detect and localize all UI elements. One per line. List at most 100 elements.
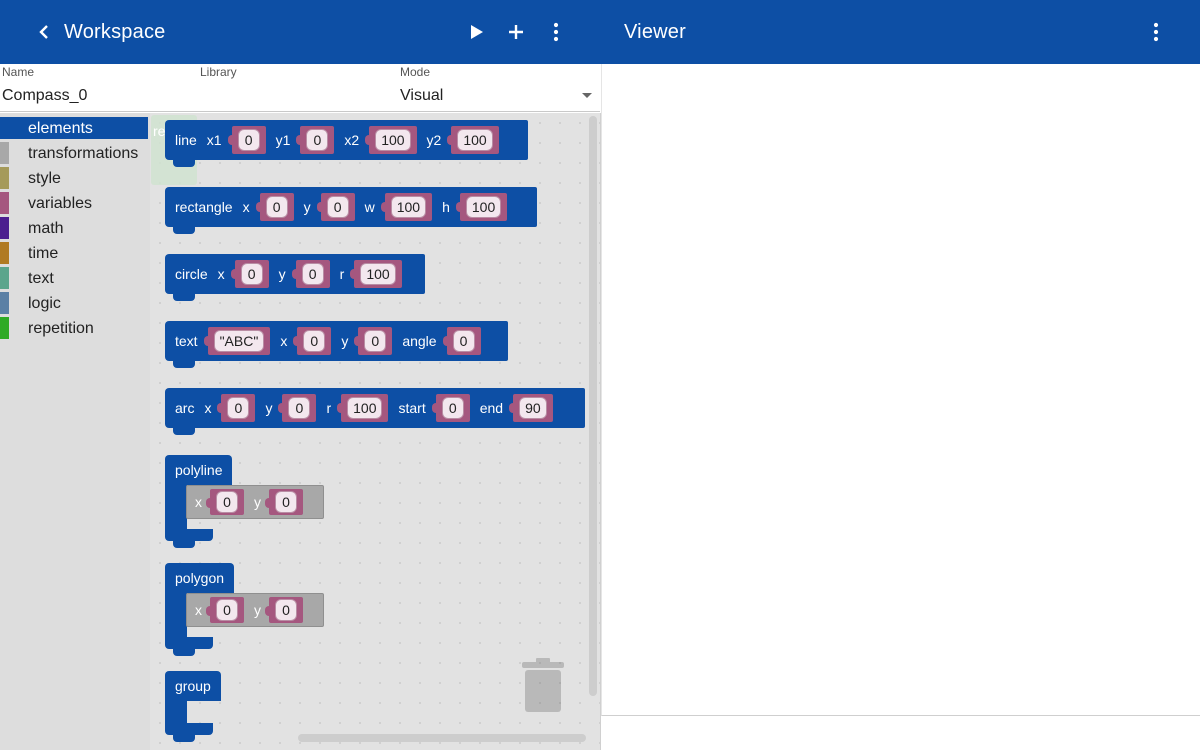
param-label: x	[280, 333, 288, 349]
blockly-workspace[interactable]: elements transformations style variables…	[0, 113, 601, 750]
number-field[interactable]: 0	[288, 397, 311, 419]
value-slot: 0	[217, 394, 256, 422]
number-field[interactable]: 0	[301, 263, 324, 285]
category-label: time	[28, 245, 59, 262]
number-field[interactable]: 0	[275, 599, 297, 621]
arc-block[interactable]: arc x 0 y 0 r 100 start 0 end 90	[165, 388, 585, 435]
number-field[interactable]: 0	[452, 330, 475, 352]
number-field[interactable]: 0	[216, 599, 238, 621]
param-label: x	[195, 494, 202, 510]
param-label: w	[364, 199, 375, 215]
number-field[interactable]: 0	[441, 397, 464, 419]
value-slot: 0	[278, 394, 317, 422]
block-keyword: polyline	[175, 462, 223, 478]
value-slot: 0	[265, 597, 303, 623]
number-field[interactable]: 100	[347, 397, 383, 419]
plus-icon	[509, 25, 523, 39]
name-label: Name	[2, 65, 35, 79]
caret-down-icon[interactable]	[582, 93, 592, 98]
param-label: end	[479, 400, 504, 416]
add-button[interactable]	[504, 20, 528, 44]
category-swatch	[0, 192, 9, 214]
category-elements[interactable]: elements	[0, 117, 148, 139]
block-spine	[165, 593, 187, 641]
value-slot: "ABC"	[203, 327, 271, 355]
viewer-app-bar: Viewer	[600, 0, 1200, 64]
workspace-menu-button[interactable]	[544, 20, 568, 44]
category-label: logic	[28, 295, 61, 312]
value-slot: 0	[293, 327, 332, 355]
number-field[interactable]: 0	[237, 129, 260, 151]
number-field[interactable]: 0	[275, 491, 297, 513]
number-field[interactable]: 90	[519, 397, 547, 419]
rectangle-block[interactable]: rectangle x 0 y 0 w 100 h 100	[165, 187, 537, 234]
param-label: x	[242, 199, 250, 215]
category-variables[interactable]: variables	[0, 192, 150, 214]
text-block[interactable]: text "ABC" x 0 y 0 angle 0	[165, 321, 508, 368]
string-field[interactable]: "ABC"	[213, 330, 265, 352]
ghost-block-label: re	[153, 123, 166, 139]
mode-select[interactable]: Visual	[400, 87, 596, 105]
category-repetition[interactable]: repetition	[0, 317, 150, 339]
value-slot: 0	[230, 260, 269, 288]
category-math[interactable]: math	[0, 217, 150, 239]
line-block[interactable]: line x1 0 y1 0 x2 100 y2 100	[165, 120, 528, 167]
value-slot: 0	[316, 193, 355, 221]
category-swatch	[0, 317, 9, 339]
value-slot: 0	[206, 597, 244, 623]
point-block[interactable]: x 0 y 0	[186, 593, 324, 627]
trash-icon[interactable]	[522, 658, 564, 714]
workspace-app-bar: Workspace	[0, 0, 600, 64]
circle-block[interactable]: circle x 0 y 0 r 100	[165, 254, 425, 301]
number-field[interactable]: 0	[265, 196, 288, 218]
number-field[interactable]: 100	[360, 263, 396, 285]
param-label: y	[254, 494, 261, 510]
block-keyword: text	[175, 333, 198, 349]
name-field[interactable]: Compass_0	[2, 87, 87, 105]
value-slot: 0	[354, 327, 393, 355]
group-block[interactable]: group	[165, 671, 225, 742]
chevron-left-icon	[39, 25, 48, 39]
number-field[interactable]: 0	[303, 330, 326, 352]
category-transformations[interactable]: transformations	[0, 142, 150, 164]
category-swatch	[0, 242, 9, 264]
number-field[interactable]: 0	[227, 397, 250, 419]
group-block-header: group	[165, 671, 221, 701]
more-vert-icon	[553, 22, 559, 42]
workspace-title: Workspace	[64, 21, 166, 43]
number-field[interactable]: 100	[375, 129, 411, 151]
category-text[interactable]: text	[0, 267, 150, 289]
param-label: angle	[402, 333, 437, 349]
param-label: x	[204, 400, 212, 416]
category-label: text	[28, 270, 54, 287]
polygon-block-header: polygon	[165, 563, 235, 593]
more-vert-icon	[1153, 22, 1159, 42]
back-button[interactable]	[32, 20, 56, 44]
param-label: y1	[275, 132, 291, 148]
category-logic[interactable]: logic	[0, 292, 150, 314]
toolbox: elements transformations style variables…	[0, 113, 150, 750]
point-block[interactable]: x 0 y 0	[186, 485, 324, 519]
category-label: variables	[28, 195, 93, 212]
param-label: x	[217, 266, 225, 282]
library-field[interactable]	[200, 87, 380, 107]
number-field[interactable]: 0	[240, 263, 263, 285]
number-field[interactable]: 0	[216, 491, 238, 513]
viewer-canvas[interactable]	[601, 64, 1200, 716]
category-style[interactable]: style	[0, 167, 150, 189]
block-keyword: line	[175, 132, 197, 148]
horizontal-scrollbar[interactable]	[298, 734, 586, 742]
value-slot: 90	[509, 394, 553, 422]
polyline-block-header: polyline	[165, 455, 233, 485]
param-label: start	[398, 400, 426, 416]
vertical-scrollbar[interactable]	[589, 116, 597, 696]
number-field[interactable]: 100	[465, 196, 502, 218]
number-field[interactable]: 100	[390, 196, 427, 218]
number-field[interactable]: 0	[364, 330, 387, 352]
number-field[interactable]: 0	[326, 196, 349, 218]
category-time[interactable]: time	[0, 242, 150, 264]
number-field[interactable]: 100	[457, 129, 493, 151]
viewer-menu-button[interactable]	[1144, 20, 1168, 44]
run-button[interactable]	[464, 20, 488, 44]
number-field[interactable]: 0	[306, 129, 329, 151]
